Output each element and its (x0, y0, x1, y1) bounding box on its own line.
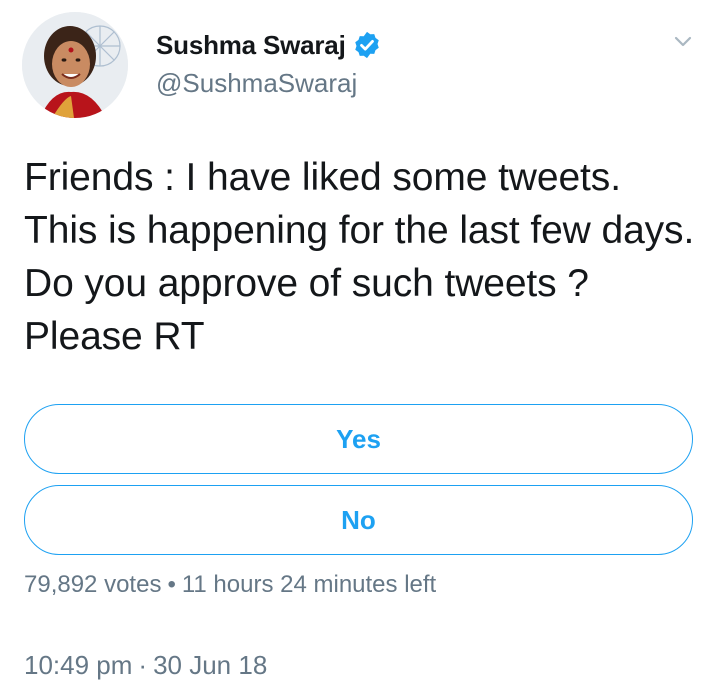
display-name[interactable]: Sushma Swaraj (156, 30, 346, 61)
username-handle[interactable]: @SushmaSwaraj (156, 68, 382, 99)
tweet-timestamp[interactable]: 10:49 pm · 30 Jun 18 (24, 650, 267, 681)
name-row: Sushma Swaraj (156, 28, 382, 62)
poll-option-no[interactable]: No (24, 485, 693, 555)
avatar[interactable] (22, 12, 128, 118)
separator-dot: • (167, 571, 176, 598)
poll-option-label: Yes (336, 423, 381, 454)
vote-count: 79,892 votes (24, 571, 162, 598)
author-block: Sushma Swaraj @SushmaSwaraj (156, 28, 382, 99)
poll-meta: 79,892 votes • 11 hours 24 minutes left (24, 571, 436, 599)
chevron-down-icon[interactable] (672, 30, 694, 52)
tweet-card: Sushma Swaraj @SushmaSwaraj Friends : I … (0, 0, 720, 699)
verified-badge-icon (352, 30, 382, 60)
poll-option-label: No (341, 504, 376, 535)
poll-option-yes[interactable]: Yes (24, 404, 693, 474)
tweet-time: 10:49 pm (24, 650, 133, 680)
poll-time-left: 11 hours 24 minutes left (181, 571, 437, 598)
avatar-image (22, 12, 128, 118)
tweet-text: Friends : I have liked some tweets. This… (24, 156, 695, 358)
tweet-date: 30 Jun 18 (153, 650, 268, 680)
separator-dot: · (138, 650, 148, 680)
